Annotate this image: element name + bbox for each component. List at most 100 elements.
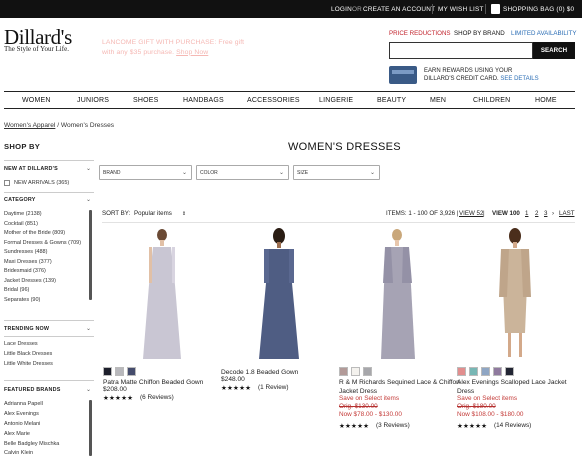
price-reductions-link[interactable]: PRICE REDUCTIONS — [389, 30, 451, 37]
nav-beauty[interactable]: BEAUTY — [377, 97, 406, 104]
category-item[interactable]: Formal Dresses & Gowns (709) — [4, 240, 81, 246]
breadcrumb-womens-apparel[interactable]: Women's Apparel — [4, 122, 55, 129]
color-swatch[interactable] — [103, 367, 112, 376]
nav-home[interactable]: HOME — [535, 97, 557, 104]
category-item[interactable]: Cocktail (851) — [4, 221, 38, 227]
nav-handbags[interactable]: HANDBAGS — [183, 97, 224, 104]
nav-accessories[interactable]: ACCESSORIES — [247, 97, 300, 104]
category-item[interactable]: Maxi Dresses (377) — [4, 259, 52, 265]
chevron-down-icon[interactable]: ⌄ — [86, 386, 91, 393]
product-name[interactable]: R & M Richards Sequined Lace & Chiffon J… — [339, 378, 460, 396]
chevron-down-icon[interactable]: ⌄ — [86, 196, 91, 203]
nav-shoes[interactable]: SHOES — [133, 97, 159, 104]
view-100-link[interactable]: VIEW 100 — [492, 210, 520, 217]
nav-women[interactable]: WOMEN — [22, 97, 51, 104]
credit-card-icon[interactable] — [389, 66, 417, 84]
brand-filter-dropdown[interactable]: BRAND ⌄ — [99, 165, 192, 180]
shopping-bag-icon[interactable] — [491, 4, 500, 14]
divider — [102, 222, 575, 223]
brand-item[interactable]: Alex Marie — [4, 431, 30, 437]
category-scrollbar[interactable] — [89, 210, 92, 300]
category-item[interactable]: Daytime (2138) — [4, 211, 42, 217]
chevron-down-icon[interactable]: ⌄ — [86, 165, 91, 172]
nav-juniors[interactable]: JUNIORS — [77, 97, 109, 104]
gown-illustration — [143, 229, 181, 359]
product-name-line-1: R & M Richards Sequined Lace & Chiffon — [339, 379, 460, 386]
trending-now-heading[interactable]: TRENDING NOW — [4, 326, 49, 332]
color-swatch[interactable] — [115, 367, 124, 376]
sort-select-value: Popular items — [134, 210, 172, 217]
see-details-link[interactable]: SEE DETAILS — [500, 76, 538, 82]
product-image[interactable] — [465, 225, 565, 360]
login-link[interactable]: LOGIN — [331, 6, 352, 13]
featured-brands-heading[interactable]: FEATURED BRANDS — [4, 387, 61, 393]
color-filter-dropdown[interactable]: COLOR ⌄ — [196, 165, 289, 180]
new-arrivals-label[interactable]: NEW ARRIVALS (365) — [14, 180, 69, 186]
page-1-link[interactable]: 1 — [525, 210, 528, 217]
chevron-right-icon[interactable]: › — [552, 210, 554, 217]
category-item[interactable]: Mother of the Bride (809) — [4, 230, 65, 236]
product-image[interactable] — [347, 225, 447, 360]
nav-lingerie[interactable]: LINGERIE — [319, 97, 353, 104]
new-arrivals-checkbox[interactable] — [4, 180, 10, 186]
category-item[interactable]: Sundresses (488) — [4, 249, 47, 255]
review-count-link[interactable]: (6 Reviews) — [140, 394, 174, 401]
category-heading[interactable]: CATEGORY — [4, 197, 36, 203]
sale-price: Now $78.00 - $130.00 — [339, 411, 402, 418]
color-swatch[interactable] — [363, 367, 372, 376]
color-swatch[interactable] — [457, 367, 466, 376]
color-swatch[interactable] — [339, 367, 348, 376]
divider — [4, 160, 94, 161]
page-3-link[interactable]: 3 — [544, 210, 547, 217]
sort-select[interactable]: Popular items ⇕ — [134, 210, 186, 217]
product-image[interactable] — [229, 225, 329, 360]
or-text: OR — [352, 6, 362, 13]
view-52-link[interactable]: VIEW 52 — [459, 210, 483, 217]
category-item[interactable]: Bridesmaid (376) — [4, 268, 46, 274]
shopping-bag-link[interactable]: SHOPPING BAG (0) $0 — [503, 6, 574, 13]
search-input[interactable] — [389, 42, 533, 59]
color-swatch[interactable] — [351, 367, 360, 376]
review-count-link[interactable]: (1 Review) — [258, 384, 289, 391]
review-count-link[interactable]: (14 Reviews) — [494, 422, 531, 429]
nav-children[interactable]: CHILDREN — [473, 97, 510, 104]
create-account-link[interactable]: CREATE AN ACCOUNT — [363, 6, 435, 13]
color-swatch[interactable] — [127, 367, 136, 376]
new-at-dillards-heading[interactable]: NEW AT DILLARD'S — [4, 166, 58, 172]
color-swatch[interactable] — [493, 367, 502, 376]
brand-item[interactable]: Antonio Melani — [4, 421, 40, 427]
brand-item[interactable]: Adrianna Papell — [4, 401, 43, 407]
promo-banner[interactable]: LANCOME GIFT WITH PURCHASE: Free gift wi… — [102, 38, 244, 57]
limited-availability-link[interactable]: LIMITED AVAILABILITY — [511, 30, 576, 37]
category-item[interactable]: Jacket Dresses (139) — [4, 278, 56, 284]
shop-by-brand-link[interactable]: SHOP BY BRAND — [454, 30, 505, 37]
trending-item[interactable]: Little White Dresses — [4, 361, 53, 367]
brand-item[interactable]: Belle Badgley Mischka — [4, 441, 59, 447]
brand-item[interactable]: Alex Evenings — [4, 411, 39, 417]
color-swatch[interactable] — [505, 367, 514, 376]
category-item[interactable]: Bridal (96) — [4, 287, 29, 293]
color-swatch[interactable] — [481, 367, 490, 376]
color-swatch[interactable] — [469, 367, 478, 376]
product-image[interactable] — [111, 225, 211, 360]
review-count-link[interactable]: (3 Reviews) — [376, 422, 410, 429]
divider — [485, 4, 486, 14]
trending-item[interactable]: Little Black Dresses — [4, 351, 52, 357]
category-item[interactable]: Separates (90) — [4, 297, 40, 303]
trending-item[interactable]: Lace Dresses — [4, 341, 38, 347]
brand-item[interactable]: Calvin Klein — [4, 450, 33, 456]
product-price: $208.00 — [103, 386, 127, 393]
logo-tagline: The Style of Your Life. — [4, 45, 69, 53]
product-name[interactable]: Alex Evenings Scalloped Lace Jacket Dres… — [457, 378, 567, 396]
last-page-link[interactable]: LAST — [559, 210, 574, 217]
search-button[interactable]: SEARCH — [533, 42, 575, 59]
promo-shop-now-link[interactable]: Shop Now — [176, 49, 208, 56]
size-filter-dropdown[interactable]: SIZE ⌄ — [293, 165, 380, 180]
nav-men[interactable]: MEN — [430, 97, 446, 104]
chevron-down-icon[interactable]: ⌄ — [86, 325, 91, 332]
product-name-line-1: Alex Evenings Scalloped Lace Jacket — [457, 379, 567, 386]
brands-scrollbar[interactable] — [89, 400, 92, 456]
page-2-link[interactable]: 2 — [535, 210, 538, 217]
wishlist-link[interactable]: MY WISH LIST — [438, 6, 484, 13]
divider — [4, 380, 94, 381]
